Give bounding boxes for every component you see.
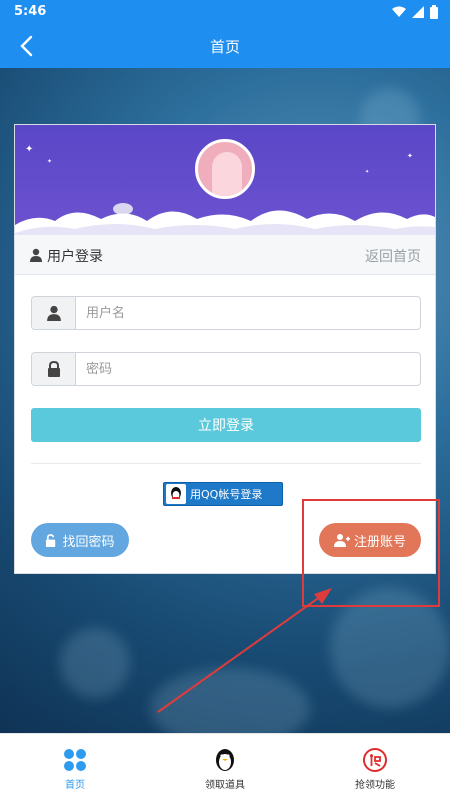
username-input[interactable] [86, 303, 406, 323]
nav-label-home: 首页 [65, 780, 85, 791]
star-icon: ✦ [365, 169, 370, 175]
star-icon: ✦ [407, 152, 413, 160]
login-panel-title: 用户登录 [47, 249, 103, 265]
lock-icon [47, 361, 60, 377]
unlock-icon [46, 533, 56, 547]
user-icon [46, 305, 61, 321]
star-icon: ✦ [25, 144, 34, 155]
grab-icon [363, 748, 387, 772]
penguin-icon [216, 749, 234, 771]
login-button[interactable]: 立即登录 [31, 408, 421, 442]
find-password-button[interactable]: 找回密码 [31, 523, 129, 557]
app-bar: 首页 [0, 24, 450, 68]
status-time: 5:46 [14, 4, 47, 19]
nav-label-claim-items: 领取道具 [205, 780, 245, 791]
battery-icon [430, 5, 438, 19]
qq-penguin-icon [166, 484, 186, 504]
home-grid-icon [64, 749, 86, 771]
nav-item-home[interactable]: 首页 [25, 742, 125, 796]
cloud-decoration [15, 210, 435, 235]
wifi-icon [392, 6, 406, 17]
avatar [195, 139, 255, 199]
user-icon [30, 248, 42, 262]
nav-item-claim-items[interactable]: 领取道具 [175, 742, 275, 796]
back-home-link[interactable]: 返回首页 [365, 246, 421, 266]
login-banner: ✦ ✦ ✦ ✦ [15, 125, 435, 235]
star-icon: ✦ [47, 158, 53, 165]
find-password-label: 找回密码 [62, 534, 115, 550]
annotation-highlight-box [302, 499, 440, 607]
password-field[interactable] [31, 352, 421, 386]
page-title: 首页 [209, 38, 240, 56]
status-icons [392, 4, 438, 20]
divider [31, 463, 421, 464]
login-panel-header: 用户登录 返回首页 [15, 235, 435, 275]
nav-label-grab-function: 抢领功能 [355, 780, 395, 791]
nav-item-grab-function[interactable]: 抢领功能 [325, 742, 425, 796]
password-input[interactable] [86, 359, 406, 379]
qq-login-button[interactable]: 用QQ帐号登录 [163, 482, 283, 506]
bottom-nav: 首页 领取道具 抢领功能 [0, 733, 450, 800]
status-bar: 5:46 [0, 0, 450, 24]
signal-icon [412, 6, 424, 18]
username-field[interactable] [31, 296, 421, 330]
qq-login-label: 用QQ帐号登录 [190, 488, 263, 501]
